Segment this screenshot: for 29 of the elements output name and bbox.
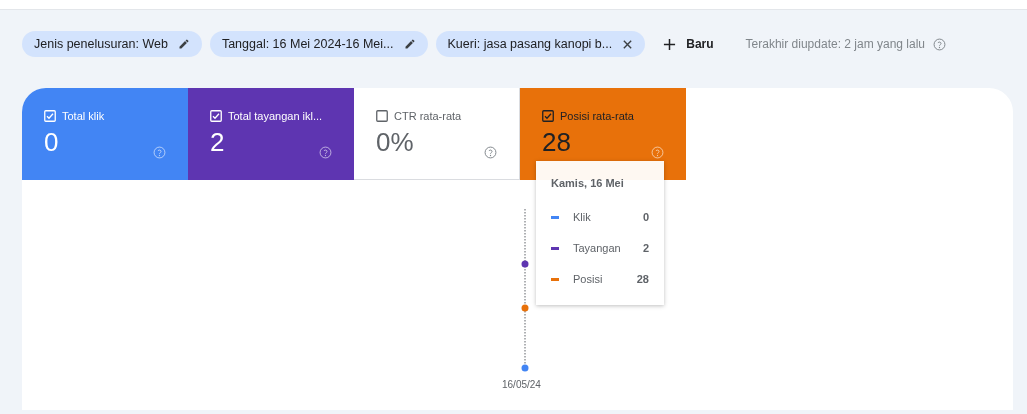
- series-name: Posisi: [573, 271, 603, 287]
- checkbox-icon[interactable]: [376, 110, 388, 123]
- metric-label: Total klik: [62, 109, 105, 124]
- series-name: Tayangan: [573, 240, 621, 256]
- metric-value: 28: [542, 125, 571, 159]
- checked-checkbox-icon[interactable]: [542, 110, 554, 123]
- new-filter-button[interactable]: Baru: [653, 31, 724, 57]
- help-icon[interactable]: [933, 37, 946, 51]
- metric-label: CTR rata-rata: [394, 109, 462, 124]
- pencil-icon: [177, 38, 190, 50]
- metric-label: Posisi rata-rata: [560, 109, 634, 124]
- filter-chip[interactable]: Tanggal: 16 Mei 2024-16 Mei...: [209, 31, 428, 57]
- series-value: 28: [636, 271, 649, 287]
- pencil-icon: [403, 38, 416, 50]
- filter-chip[interactable]: Kueri: jasa pasang kanopi b...: [435, 31, 646, 57]
- series-name: Klik: [573, 209, 591, 225]
- metric-value: 2: [210, 125, 225, 159]
- plus-icon: [663, 37, 677, 51]
- x-axis-label: 16/05/24: [502, 378, 541, 392]
- help-icon[interactable]: [484, 145, 497, 159]
- last-updated-text: Terakhir diupdate: 2 jam yang lalu: [745, 36, 925, 53]
- metric-value: 0: [44, 125, 59, 159]
- metric-label: Total tayangan ikl...: [228, 109, 323, 124]
- series-value: 2: [642, 240, 649, 256]
- filter-chip[interactable]: Jenis penelusuran: Web: [22, 31, 202, 57]
- close-icon: [622, 38, 634, 50]
- metric-tile[interactable]: CTR rata-rata 0%: [354, 88, 520, 180]
- metric-value: 0%: [376, 125, 414, 159]
- series-value: 0: [642, 209, 649, 225]
